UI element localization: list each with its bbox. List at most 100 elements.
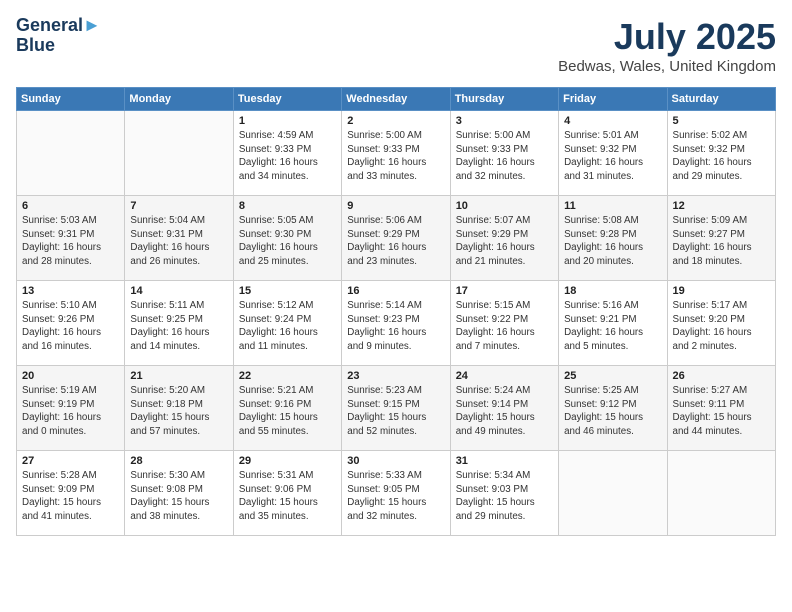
day-number: 10	[456, 200, 553, 212]
weekday-header: Monday	[125, 88, 233, 111]
day-number: 21	[130, 370, 227, 382]
day-number: 23	[347, 370, 444, 382]
day-number: 24	[456, 370, 553, 382]
calendar-week-row: 13 Sunrise: 5:10 AM Sunset: 9:26 PM Dayli…	[17, 281, 776, 366]
day-detail: Sunrise: 5:09 AM Sunset: 9:27 PM Dayligh…	[673, 214, 770, 269]
calendar-cell: 26 Sunrise: 5:27 AM Sunset: 9:11 PM Dayli…	[667, 366, 775, 451]
day-detail: Sunrise: 5:33 AM Sunset: 9:05 PM Dayligh…	[347, 469, 444, 524]
calendar-week-row: 1 Sunrise: 4:59 AM Sunset: 9:33 PM Daylig…	[17, 111, 776, 196]
day-number: 3	[456, 115, 553, 127]
day-number: 5	[673, 115, 770, 127]
day-detail: Sunrise: 4:59 AM Sunset: 9:33 PM Dayligh…	[239, 129, 336, 184]
calendar-cell: 28 Sunrise: 5:30 AM Sunset: 9:08 PM Dayli…	[125, 451, 233, 536]
day-number: 4	[564, 115, 661, 127]
calendar-cell: 15 Sunrise: 5:12 AM Sunset: 9:24 PM Dayli…	[233, 281, 341, 366]
calendar-cell: 9 Sunrise: 5:06 AM Sunset: 9:29 PM Daylig…	[342, 196, 450, 281]
day-number: 7	[130, 200, 227, 212]
calendar-subtitle: Bedwas, Wales, United Kingdom	[558, 58, 776, 75]
calendar-cell: 22Sunrise: 5:21 AM Sunset: 9:16 PM Dayli…	[233, 366, 341, 451]
calendar-cell	[125, 111, 233, 196]
calendar-cell: 1 Sunrise: 4:59 AM Sunset: 9:33 PM Daylig…	[233, 111, 341, 196]
day-detail: Sunrise: 5:17 AM Sunset: 9:20 PM Dayligh…	[673, 299, 770, 354]
day-number: 15	[239, 285, 336, 297]
day-detail: Sunrise: 5:31 AM Sunset: 9:06 PM Dayligh…	[239, 469, 336, 524]
day-detail: Sunrise: 5:05 AM Sunset: 9:30 PM Dayligh…	[239, 214, 336, 269]
calendar-cell: 31 Sunrise: 5:34 AM Sunset: 9:03 PM Dayli…	[450, 451, 558, 536]
day-detail: Sunrise: 5:00 AM Sunset: 9:33 PM Dayligh…	[347, 129, 444, 184]
day-detail: Sunrise: 5:27 AM Sunset: 9:11 PM Dayligh…	[673, 384, 770, 439]
day-detail: Sunrise: 5:23 AM Sunset: 9:15 PM Dayligh…	[347, 384, 444, 439]
day-detail: Sunrise: 5:00 AM Sunset: 9:33 PM Dayligh…	[456, 129, 553, 184]
calendar-week-row: 6 Sunrise: 5:03 AM Sunset: 9:31 PM Daylig…	[17, 196, 776, 281]
day-number: 25	[564, 370, 661, 382]
calendar-cell: 19Sunrise: 5:17 AM Sunset: 9:20 PM Dayli…	[667, 281, 775, 366]
day-detail: Sunrise: 5:25 AM Sunset: 9:12 PM Dayligh…	[564, 384, 661, 439]
day-number: 14	[130, 285, 227, 297]
calendar-cell: 27Sunrise: 5:28 AM Sunset: 9:09 PM Dayli…	[17, 451, 125, 536]
weekday-header: Friday	[559, 88, 667, 111]
day-detail: Sunrise: 5:02 AM Sunset: 9:32 PM Dayligh…	[673, 129, 770, 184]
logo: General►Blue	[16, 16, 101, 56]
calendar-cell: 24 Sunrise: 5:24 AM Sunset: 9:14 PM Dayli…	[450, 366, 558, 451]
day-detail: Sunrise: 5:21 AM Sunset: 9:16 PM Dayligh…	[239, 384, 336, 439]
day-number: 9	[347, 200, 444, 212]
weekday-header: Wednesday	[342, 88, 450, 111]
day-detail: Sunrise: 5:04 AM Sunset: 9:31 PM Dayligh…	[130, 214, 227, 269]
day-number: 11	[564, 200, 661, 212]
calendar-cell: 29 Sunrise: 5:31 AM Sunset: 9:06 PM Dayli…	[233, 451, 341, 536]
calendar-cell: 10Sunrise: 5:07 AM Sunset: 9:29 PM Dayli…	[450, 196, 558, 281]
day-number: 26	[673, 370, 770, 382]
calendar-cell: 11Sunrise: 5:08 AM Sunset: 9:28 PM Dayli…	[559, 196, 667, 281]
weekday-header: Tuesday	[233, 88, 341, 111]
weekday-header: Sunday	[17, 88, 125, 111]
calendar-cell	[559, 451, 667, 536]
day-number: 18	[564, 285, 661, 297]
day-number: 27	[22, 455, 119, 467]
title-block: July 2025 Bedwas, Wales, United Kingdom	[558, 16, 776, 75]
calendar-cell: 13 Sunrise: 5:10 AM Sunset: 9:26 PM Dayli…	[17, 281, 125, 366]
calendar-cell: 30 Sunrise: 5:33 AM Sunset: 9:05 PM Dayli…	[342, 451, 450, 536]
day-number: 6	[22, 200, 119, 212]
day-detail: Sunrise: 5:12 AM Sunset: 9:24 PM Dayligh…	[239, 299, 336, 354]
day-detail: Sunrise: 5:24 AM Sunset: 9:14 PM Dayligh…	[456, 384, 553, 439]
day-detail: Sunrise: 5:30 AM Sunset: 9:08 PM Dayligh…	[130, 469, 227, 524]
day-detail: Sunrise: 5:34 AM Sunset: 9:03 PM Dayligh…	[456, 469, 553, 524]
weekday-header-row: SundayMondayTuesdayWednesdayThursdayFrid…	[17, 88, 776, 111]
calendar-cell: 5 Sunrise: 5:02 AM Sunset: 9:32 PM Daylig…	[667, 111, 775, 196]
day-detail: Sunrise: 5:01 AM Sunset: 9:32 PM Dayligh…	[564, 129, 661, 184]
calendar-cell: 20Sunrise: 5:19 AM Sunset: 9:19 PM Dayli…	[17, 366, 125, 451]
day-detail: Sunrise: 5:11 AM Sunset: 9:25 PM Dayligh…	[130, 299, 227, 354]
day-detail: Sunrise: 5:10 AM Sunset: 9:26 PM Dayligh…	[22, 299, 119, 354]
day-number: 12	[673, 200, 770, 212]
day-number: 1	[239, 115, 336, 127]
day-number: 31	[456, 455, 553, 467]
day-detail: Sunrise: 5:06 AM Sunset: 9:29 PM Dayligh…	[347, 214, 444, 269]
calendar-cell: 25 Sunrise: 5:25 AM Sunset: 9:12 PM Dayli…	[559, 366, 667, 451]
calendar-cell: 8Sunrise: 5:05 AM Sunset: 9:30 PM Daylig…	[233, 196, 341, 281]
calendar-cell: 4 Sunrise: 5:01 AM Sunset: 9:32 PM Daylig…	[559, 111, 667, 196]
calendar-cell: 12 Sunrise: 5:09 AM Sunset: 9:27 PM Dayli…	[667, 196, 775, 281]
calendar-cell: 2 Sunrise: 5:00 AM Sunset: 9:33 PM Daylig…	[342, 111, 450, 196]
calendar-cell	[17, 111, 125, 196]
calendar-week-row: 27Sunrise: 5:28 AM Sunset: 9:09 PM Dayli…	[17, 451, 776, 536]
day-number: 30	[347, 455, 444, 467]
day-number: 2	[347, 115, 444, 127]
day-number: 17	[456, 285, 553, 297]
calendar-cell: 18Sunrise: 5:16 AM Sunset: 9:21 PM Dayli…	[559, 281, 667, 366]
calendar-cell: 23 Sunrise: 5:23 AM Sunset: 9:15 PM Dayli…	[342, 366, 450, 451]
weekday-header: Thursday	[450, 88, 558, 111]
calendar-cell: 3 Sunrise: 5:00 AM Sunset: 9:33 PM Daylig…	[450, 111, 558, 196]
page-header: General►Blue July 2025 Bedwas, Wales, Un…	[16, 16, 776, 75]
calendar-cell: 7 Sunrise: 5:04 AM Sunset: 9:31 PM Daylig…	[125, 196, 233, 281]
day-number: 29	[239, 455, 336, 467]
day-detail: Sunrise: 5:20 AM Sunset: 9:18 PM Dayligh…	[130, 384, 227, 439]
calendar-cell: 14 Sunrise: 5:11 AM Sunset: 9:25 PM Dayli…	[125, 281, 233, 366]
day-detail: Sunrise: 5:15 AM Sunset: 9:22 PM Dayligh…	[456, 299, 553, 354]
day-detail: Sunrise: 5:19 AM Sunset: 9:19 PM Dayligh…	[22, 384, 119, 439]
day-number: 28	[130, 455, 227, 467]
day-number: 13	[22, 285, 119, 297]
calendar-table: SundayMondayTuesdayWednesdayThursdayFrid…	[16, 87, 776, 536]
calendar-cell: 17 Sunrise: 5:15 AM Sunset: 9:22 PM Dayli…	[450, 281, 558, 366]
calendar-cell	[667, 451, 775, 536]
day-detail: Sunrise: 5:03 AM Sunset: 9:31 PM Dayligh…	[22, 214, 119, 269]
